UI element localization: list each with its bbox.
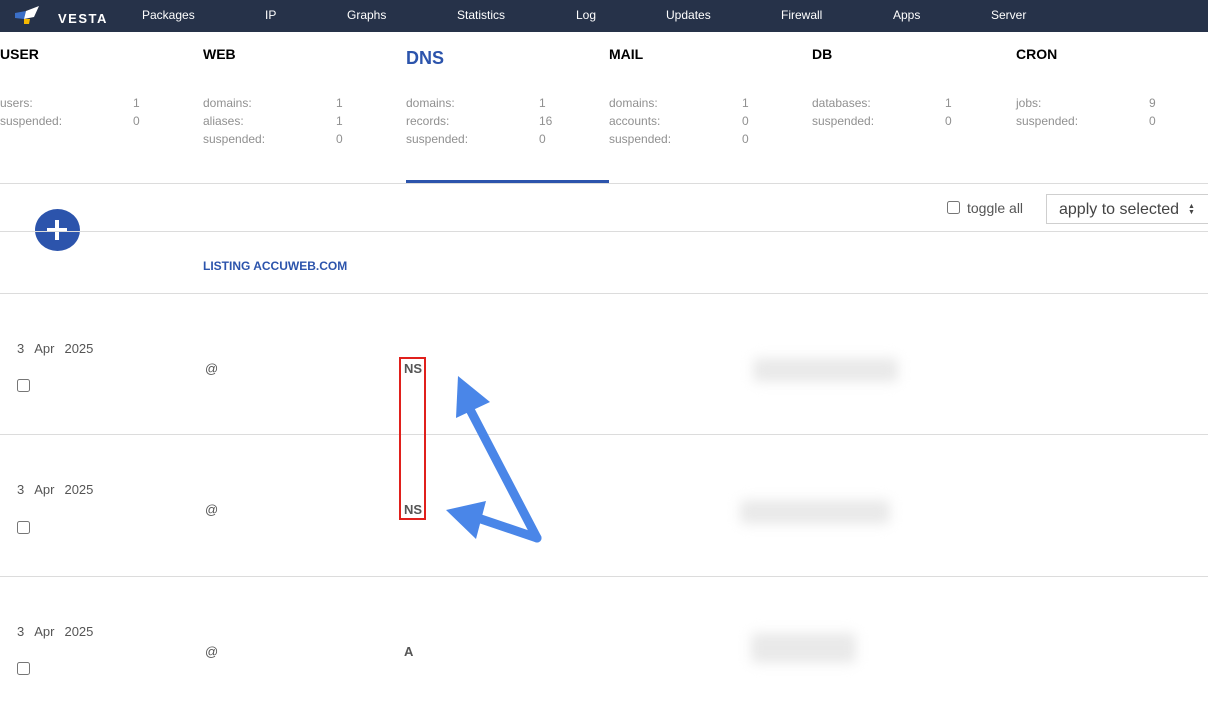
record-type: A: [404, 644, 414, 659]
divider: [0, 183, 1208, 184]
vesta-logo-icon: [15, 6, 39, 24]
logo-text: VESTA: [58, 11, 108, 26]
table-row: 3 Apr 2025 @ NS: [0, 435, 1208, 576]
stat-row: accounts: 0: [609, 114, 749, 128]
stat-row: jobs: 9: [1016, 96, 1156, 110]
stat-tab-db[interactable]: DB databases: 1 suspended: 0: [812, 46, 1015, 128]
blurred-value: [751, 633, 856, 663]
table-row: 3 Apr 2025 @ A: [0, 577, 1208, 717]
nav-ip[interactable]: IP: [265, 8, 276, 22]
nav-log[interactable]: Log: [576, 8, 596, 22]
stat-row: domains: 1: [609, 96, 749, 110]
stat-tab-web[interactable]: WEB domains: 1 aliases: 1 suspended: 0: [203, 46, 406, 146]
stat-row: suspended: 0: [812, 114, 952, 128]
stat-tab-cron[interactable]: CRON jobs: 9 suspended: 0: [1016, 46, 1208, 128]
row-checkbox[interactable]: [17, 662, 30, 675]
divider: [0, 231, 1208, 232]
listing-title: LISTING ACCUWEB.COM: [203, 259, 348, 273]
select-arrows-icon: ▲ ▼: [1188, 203, 1195, 216]
stat-row: users: 1: [0, 96, 140, 110]
stat-tab-user[interactable]: USER users: 1 suspended: 0: [0, 46, 203, 128]
stat-title: DNS: [406, 48, 445, 68]
add-record-button[interactable]: [35, 209, 80, 251]
row-checkbox[interactable]: [17, 379, 30, 392]
nav-graphs[interactable]: Graphs: [347, 8, 386, 22]
apply-to-selected-label: apply to selected: [1059, 201, 1180, 218]
stat-title: DB: [812, 46, 833, 62]
toggle-all[interactable]: toggle all: [947, 200, 1023, 216]
stat-row: domains: 1: [406, 96, 546, 110]
stat-tab-mail[interactable]: MAIL domains: 1 accounts: 0 suspended: 0: [609, 46, 812, 146]
record-name: @: [205, 644, 219, 659]
stat-tab-dns[interactable]: DNS domains: 1 records: 16 suspended: 0: [406, 46, 609, 146]
stat-row: suspended: 0: [406, 132, 546, 146]
top-navigation: VESTA Packages IP Graphs Statistics Log …: [0, 0, 1208, 32]
nav-updates[interactable]: Updates: [666, 8, 711, 22]
stat-row: databases: 1: [812, 96, 952, 110]
stat-row: suspended: 0: [0, 114, 140, 128]
nav-firewall[interactable]: Firewall: [781, 8, 822, 22]
stat-row: domains: 1: [203, 96, 343, 110]
vesta-logo[interactable]: VESTA: [14, 5, 106, 27]
record-name: @: [205, 502, 219, 517]
nav-server[interactable]: Server: [991, 8, 1026, 22]
stat-title: CRON: [1016, 46, 1058, 62]
apply-to-selected-select[interactable]: apply to selected ▲ ▼: [1046, 194, 1208, 224]
stat-title: MAIL: [609, 46, 644, 62]
annotation-arrows-icon: [446, 376, 542, 543]
record-date: 3 Apr 2025: [17, 482, 94, 497]
nav-packages[interactable]: Packages: [142, 8, 195, 22]
stat-title: WEB: [203, 46, 236, 62]
record-date: 3 Apr 2025: [17, 624, 94, 639]
stat-row: suspended: 0: [609, 132, 749, 146]
row-checkbox[interactable]: [17, 521, 30, 534]
stat-row: records: 16: [406, 114, 553, 128]
table-row: 3 Apr 2025 @ NS: [0, 294, 1208, 435]
stat-row: suspended: 0: [203, 132, 343, 146]
nav-apps[interactable]: Apps: [893, 8, 920, 22]
nav-statistics[interactable]: Statistics: [457, 8, 505, 22]
ns-highlight-box: [399, 357, 426, 520]
record-name: @: [205, 361, 219, 376]
record-date: 3 Apr 2025: [17, 341, 94, 356]
blurred-value: [740, 500, 890, 524]
stat-title: USER: [0, 46, 39, 62]
stat-row: aliases: 1: [203, 114, 343, 128]
toggle-all-checkbox[interactable]: [947, 201, 960, 214]
blurred-value: [753, 358, 898, 382]
toggle-all-label: toggle all: [967, 200, 1024, 216]
stat-row: suspended: 0: [1016, 114, 1156, 128]
